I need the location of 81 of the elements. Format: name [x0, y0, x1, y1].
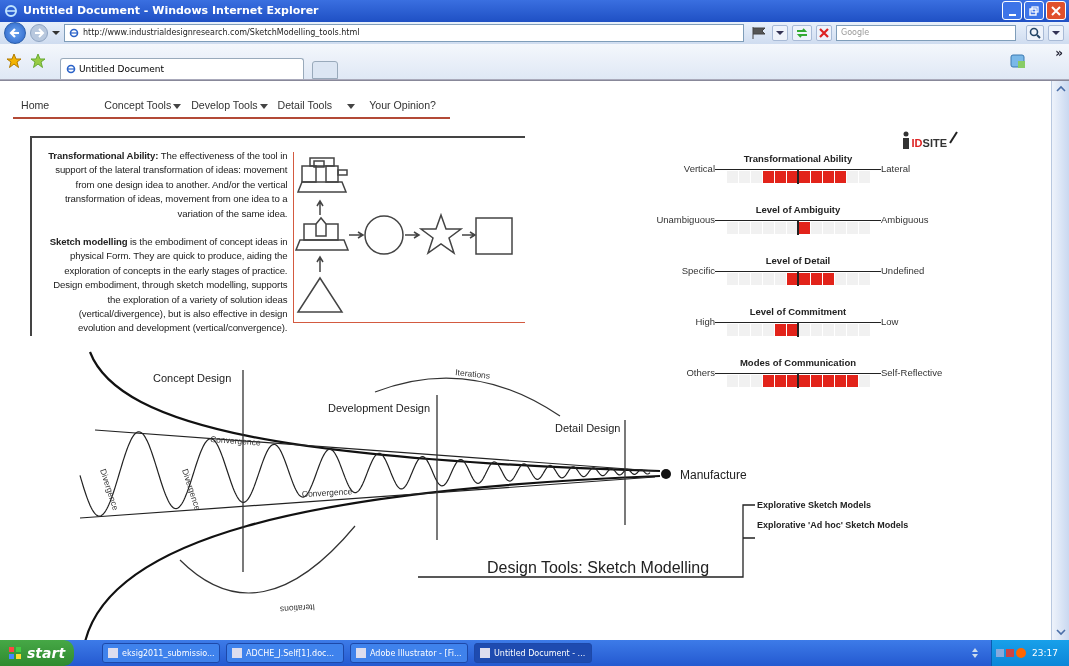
caret-icon: [1052, 29, 1060, 36]
description-paragraph: Transformational Ability: The effectiveness of the tool in support of the lateral transformation of ideas: movement from one design idea to another. And/or the vertical transformation of ideas, movement from one idea to a variation of the same idea.: [47, 149, 288, 221]
scale-title: Level of Detail: [764, 255, 832, 266]
nav-link[interactable]: Detail Tools: [277, 99, 333, 111]
refresh-icon: [795, 26, 809, 39]
nav-link[interactable]: Your Opinion?: [369, 99, 436, 111]
back-button[interactable]: [4, 21, 26, 44]
dropdown-button[interactable]: [772, 24, 788, 41]
taskbar-item[interactable]: Adobe Illustrator - [Fi...: [350, 643, 468, 663]
scale-title: Transformational Ability: [742, 153, 854, 164]
page-icon: [66, 64, 76, 74]
scale-left-label: Specific: [681, 266, 715, 276]
scale-right-label: Undefined: [881, 266, 925, 276]
page-tools-icon[interactable]: [1009, 52, 1028, 71]
convergence-label: Convergence: [209, 434, 261, 448]
caret-icon[interactable]: [52, 29, 60, 36]
page-icon: [69, 27, 79, 38]
taskbar-item[interactable]: Untitled Document - ...: [474, 643, 592, 663]
scale-title: Level of Ambiguity: [754, 204, 842, 215]
minimize-icon: [1008, 13, 1016, 16]
scale-title: Level of Commitment: [748, 306, 848, 317]
scale-right-label: Self-Reflective: [881, 368, 943, 378]
start-button[interactable]: start: [0, 640, 74, 666]
restore-icon: [1029, 5, 1039, 16]
model-label: Explorative 'Ad hoc' Sketch Models: [757, 519, 910, 531]
star-icon[interactable]: [6, 53, 22, 70]
stop-icon: [819, 27, 829, 38]
minimize-button[interactable]: [1002, 1, 1022, 21]
tray-expand-icon[interactable]: [971, 647, 979, 659]
scale-left-label: High: [695, 317, 715, 327]
taskbar-item[interactable]: eksig2011_submissio...: [102, 643, 220, 663]
iterations-label: Iterations: [279, 602, 316, 615]
scale-right-label: Lateral: [881, 164, 911, 174]
caret-icon[interactable]: [173, 104, 182, 109]
stop-button[interactable]: [816, 24, 832, 41]
nav-link[interactable]: Home: [21, 99, 50, 111]
scale-left-label: Vertical: [683, 164, 715, 174]
phase-label: Development Design: [328, 402, 431, 414]
scroll-up-icon[interactable]: [1055, 85, 1066, 92]
endpoint-dot: [661, 469, 671, 479]
scrollbar[interactable]: [1051, 81, 1069, 640]
phase-label: Detail Design: [555, 422, 621, 434]
scale-right-label: Low: [881, 317, 899, 327]
close-icon: [1051, 5, 1061, 16]
address-field[interactable]: http://www.industrialdesignresearch.com/SketchModelling_tools.html: [64, 23, 744, 42]
scale-left-label: Unambiguous: [656, 215, 715, 225]
logo-text: IDSITE: [911, 137, 947, 149]
endpoint-label: Manufacture: [680, 468, 747, 482]
search-field[interactable]: Google: [836, 24, 1016, 41]
browser-icon: [4, 3, 18, 18]
search-button[interactable]: [1026, 24, 1044, 41]
windows-logo-icon: [8, 646, 22, 660]
close-button[interactable]: [1046, 1, 1066, 21]
window-title: Untitled Document - Windows Internet Explorer: [23, 4, 320, 18]
iterations-label: Iterations: [454, 367, 491, 381]
caret-icon[interactable]: [347, 104, 356, 109]
maximize-button[interactable]: [1024, 1, 1044, 21]
more-button[interactable]: »: [1055, 45, 1063, 60]
model-label: Explorative Sketch Models: [757, 499, 873, 511]
caret-icon: [776, 29, 784, 36]
convergence-label: Convergence: [301, 486, 353, 499]
back-arrow-icon: [8, 25, 22, 40]
search-icon: [1029, 26, 1041, 39]
scale-title: Modes of Communication: [738, 357, 858, 368]
forward-arrow-icon: [33, 26, 45, 39]
diagram-title: Design Tools: Sketch Modelling: [487, 559, 710, 576]
tray-icons-drawing: [996, 646, 1026, 660]
description-paragraph: Sketch modelling is the embodiment of concept ideas in physical Form. They are quick to produce, aiding the exploration of concepts in the early stages of practice. Design embodiment, through sketch modelling, supports the exploration of a variety of solution ideas (vertical/divergence), but is also effective in design evolution and development (vertical/convergence).: [48, 235, 288, 336]
scale-left-label: Others: [686, 368, 715, 378]
pen-icon: [948, 131, 958, 145]
taskbar-item[interactable]: ADCHE_J.Self[1].doc...: [226, 643, 344, 663]
person-icon: [900, 131, 911, 149]
scale-right-label: Ambiguous: [881, 215, 929, 225]
nav-link[interactable]: Concept Tools: [104, 99, 172, 111]
scroll-down-icon[interactable]: [1055, 629, 1066, 636]
nav-link[interactable]: Develop Tools: [191, 99, 258, 111]
clock: 23:17: [1032, 648, 1058, 658]
phase-label: Concept Design: [153, 372, 232, 384]
caret-icon[interactable]: [259, 104, 268, 109]
search-options-button[interactable]: [1048, 24, 1064, 41]
browser-tab[interactable]: Untitled Document: [60, 58, 304, 79]
